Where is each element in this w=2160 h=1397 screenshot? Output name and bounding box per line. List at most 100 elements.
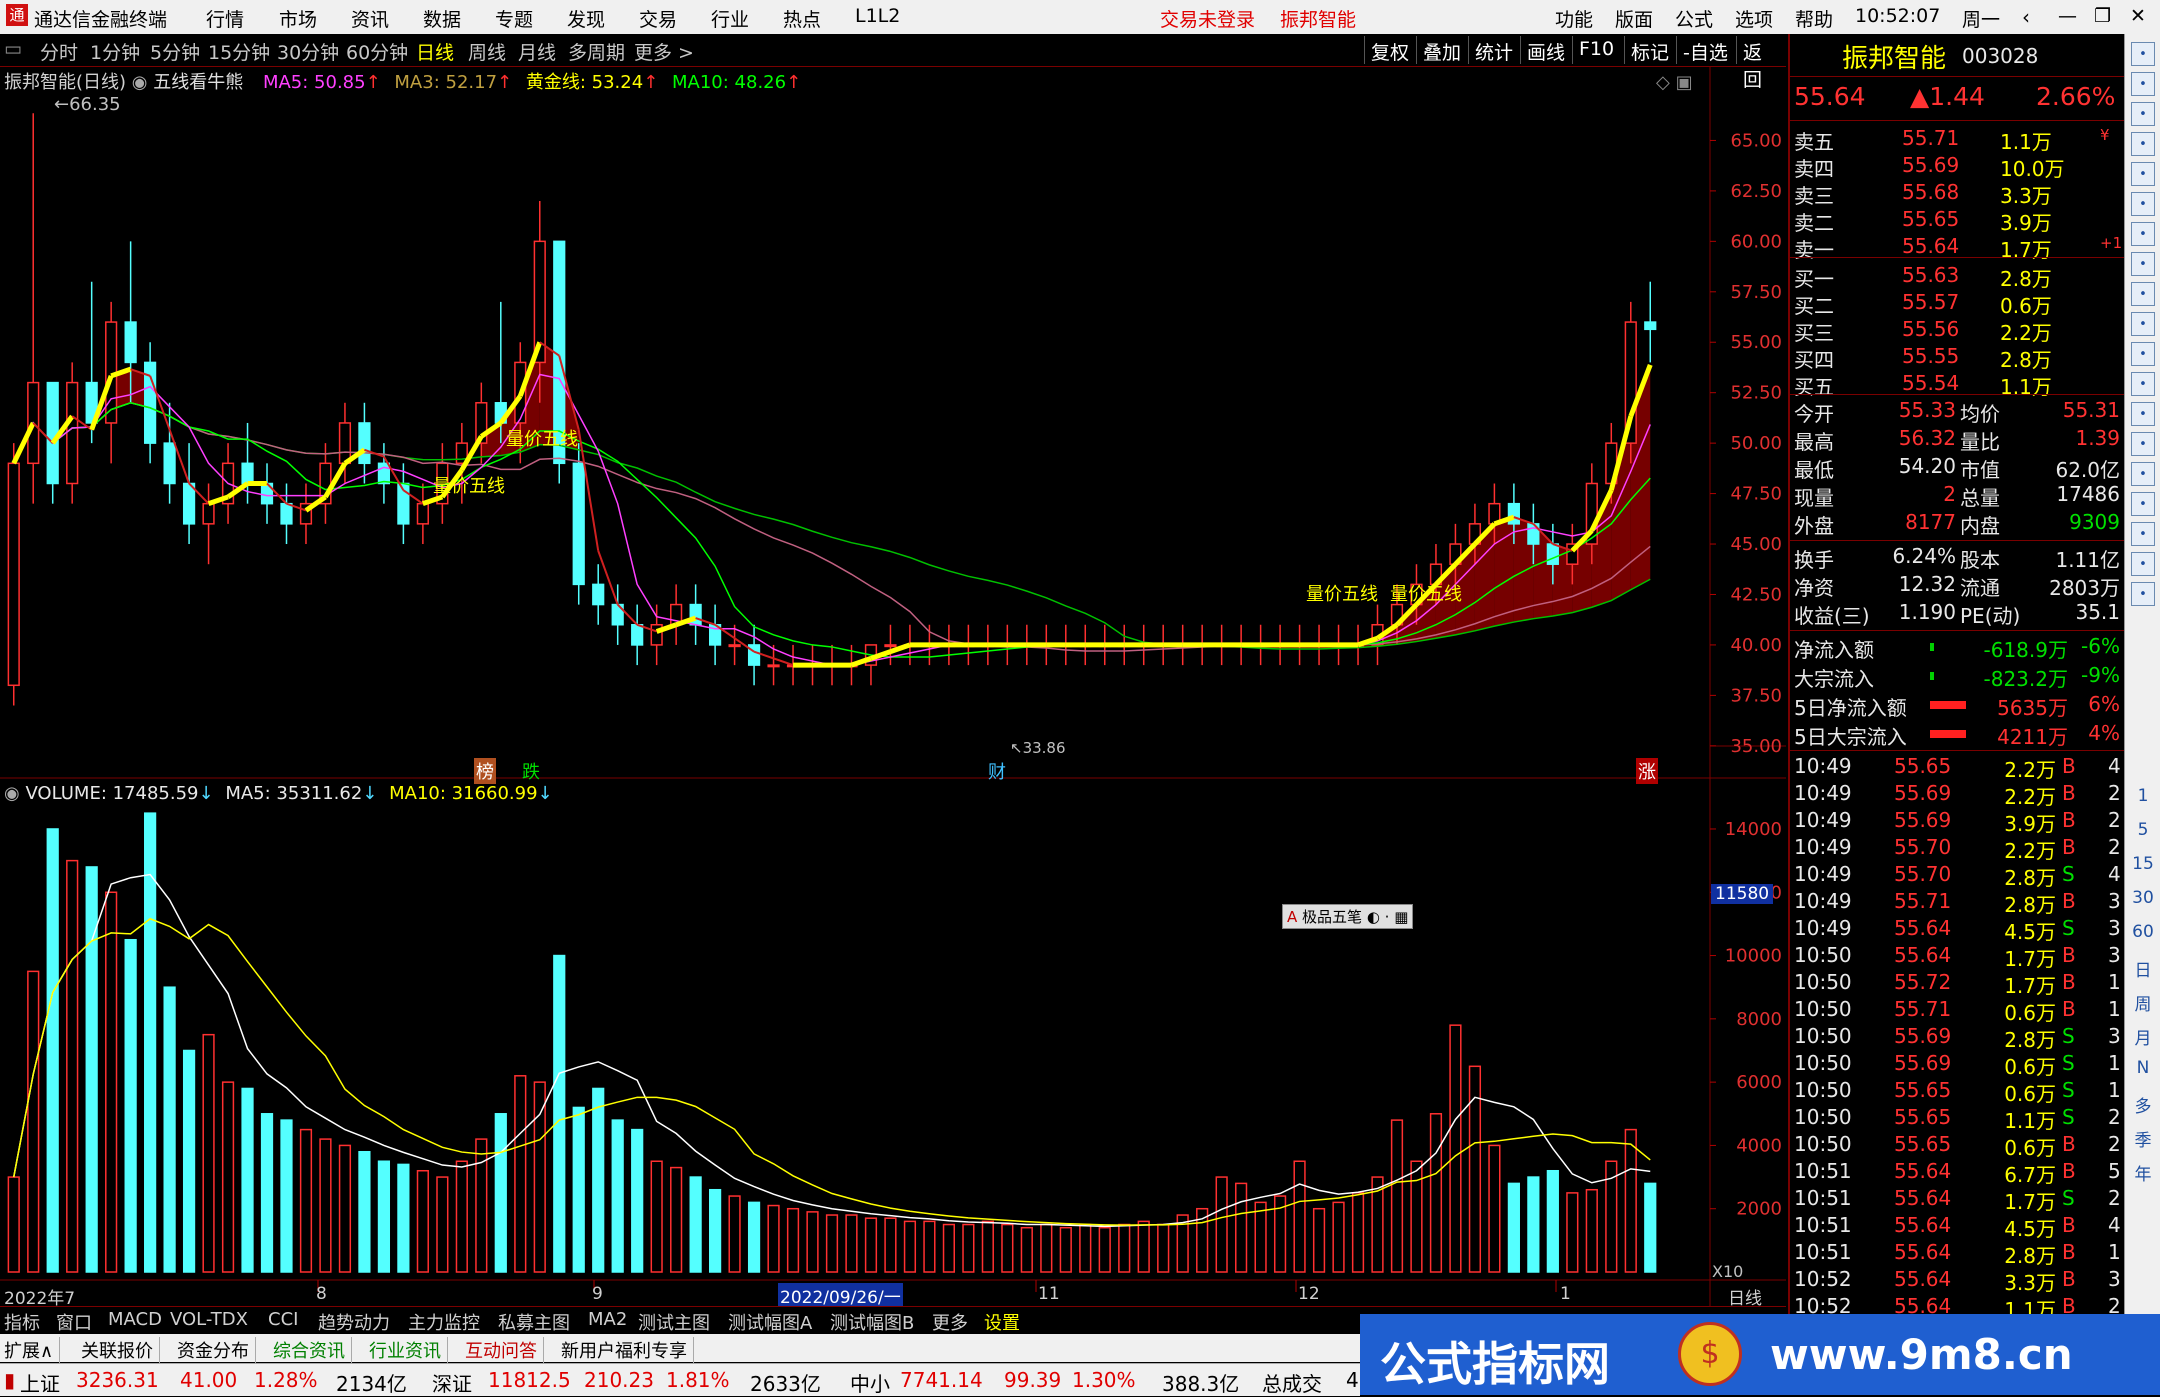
period-shortcut[interactable]: 5 [2125,820,2160,840]
period-5min[interactable]: 5分钟 [150,38,200,65]
indicator-tab[interactable]: CCI [268,1309,298,1330]
menu-banmian[interactable]: 版面 [1615,5,1653,32]
indicator-tab[interactable]: 测试幅图A [728,1309,812,1335]
volume-toggle-icon[interactable]: ◉ [4,783,25,804]
indicator-tab[interactable]: 窗口 [56,1309,92,1335]
menu-faxian[interactable]: 发现 [567,5,605,32]
indicator-tab[interactable]: 测试幅图B [830,1309,914,1335]
ask-row[interactable]: 卖五 55.71 1.1万 ¥ [1790,126,2124,154]
menu-hangye[interactable]: 行业 [711,5,749,32]
indicator-tab[interactable]: MACD [108,1309,162,1330]
period-multi[interactable]: 多周期 [568,38,625,65]
btn-huaxian[interactable]: 画线 [1520,36,1571,64]
indicator-tab[interactable]: 更多 [932,1309,968,1335]
grid-icon[interactable]: • [2131,132,2155,156]
period-shortcut[interactable]: 1 [2125,786,2160,806]
indicator-tab[interactable]: VOL-TDX [170,1309,248,1330]
circle-icon[interactable]: • [2131,432,2155,456]
period-shortcut[interactable]: 季 [2125,1126,2160,1151]
bid-row[interactable]: 买一 55.63 2.8万 [1790,263,2124,291]
event-tag-zhang[interactable]: 涨 [1636,758,1658,784]
ask-row[interactable]: 卖三 55.68 3.3万 [1790,180,2124,208]
btn-zixuan[interactable]: -自选 [1676,36,1734,64]
panel-icon[interactable]: • [2131,252,2155,276]
menu-l1l2[interactable]: L1L2 [855,5,900,27]
flow-row[interactable]: 5日大宗流入 4211万 4% [1790,721,2124,749]
ime-toolbar[interactable]: A 极品五笔 ◐ · ▦ [1282,904,1414,929]
bid-row[interactable]: 买二 55.57 0.6万 [1790,290,2124,318]
formula-name[interactable]: 五线看牛熊 [153,72,243,93]
rsi-icon[interactable]: • [2131,462,2155,486]
layers-icon[interactable]: • [2131,342,2155,366]
extension-tab[interactable]: 资金分布 [177,1337,256,1363]
back-arrow-icon[interactable]: ‹ [2022,5,2030,29]
period-shortcut[interactable]: N [2125,1058,2160,1078]
f10-icon[interactable]: • [2131,282,2155,306]
period-15min[interactable]: 15分钟 [208,38,270,65]
event-tag-bang[interactable]: 榜 [474,758,496,784]
move-icon[interactable]: • [2131,492,2155,516]
trade-login-status[interactable]: 交易未登录 [1160,5,1255,32]
flow-row[interactable]: 5日净流入额 5635万 6% [1790,692,2124,720]
btn-diejia[interactable]: 叠加 [1416,36,1467,64]
period-shortcut[interactable]: 多 [2125,1092,2160,1117]
zx-label[interactable]: 中小 [850,1368,890,1397]
menu-bangzhu[interactable]: 帮助 [1795,5,1833,32]
close-icon[interactable]: ✕ [2130,5,2146,27]
period-shortcut[interactable]: 月 [2125,1024,2160,1049]
period-monthly[interactable]: 月线 [518,38,556,65]
period-more[interactable]: 更多 > [634,38,694,65]
period-fenshi[interactable]: 分时 [40,38,78,65]
btn-tongji[interactable]: 统计 [1468,36,1519,64]
down-arrow-icon[interactable]: • [2131,102,2155,126]
menu-zixun[interactable]: 资讯 [351,5,389,32]
period-60min[interactable]: 60分钟 [346,38,408,65]
indicator-tab[interactable]: 测试主图 [638,1309,710,1335]
extension-tab[interactable]: 行业资讯 [369,1337,448,1363]
menu-gongneng[interactable]: 功能 [1555,5,1593,32]
indicator-tab[interactable]: 私募主图 [498,1309,570,1335]
candle-icon[interactable]: • [2131,222,2155,246]
menu-shuju[interactable]: 数据 [423,5,461,32]
menu-xuanxiang[interactable]: 选项 [1735,5,1773,32]
period-shortcut[interactable]: 日 [2125,956,2160,981]
btn-f10[interactable]: F10 [1572,36,1620,64]
menu-hangqing[interactable]: 行情 [206,5,244,32]
period-30min[interactable]: 30分钟 [277,38,339,65]
info-icon[interactable]: • [2131,402,2155,426]
btn-fanhui[interactable]: 返回 [1736,36,1786,91]
btn-fuquan[interactable]: 复权 [1364,36,1415,64]
indicator-tab[interactable]: 趋势动力 [318,1309,390,1335]
indicator-tab[interactable]: 主力监控 [408,1309,480,1335]
extension-tab[interactable]: 扩展∧ [4,1337,61,1363]
sh-label[interactable]: 上证 [20,1368,60,1397]
up-arrow-icon[interactable]: • [2131,42,2155,66]
bid-row[interactable]: 买三 55.56 2.2万 [1790,317,2124,345]
kline-chart[interactable]: 65.00 62.50 60.00 57.50 55.00 52.50 50.00 47.50… [0,66,1786,1306]
ask-row[interactable]: 卖二 55.65 3.9万 [1790,207,2124,235]
up-arrow-icon[interactable]: • [2131,72,2155,96]
extension-tab[interactable]: 互动问答 [465,1337,544,1363]
event-tag-cai[interactable]: 财 [988,758,1006,784]
menu-zhuanti[interactable]: 专题 [495,5,533,32]
period-daily[interactable]: 日线 [416,38,454,65]
event-tag-die[interactable]: 跌 [522,758,540,784]
period-weekly[interactable]: 周线 [468,38,506,65]
btn-biaoji[interactable]: 标记 [1624,36,1675,64]
period-shortcut[interactable]: 60 [2125,922,2160,942]
collapse-icon[interactable]: ▭ [4,38,22,60]
sz-label[interactable]: 深证 [432,1368,472,1397]
list-icon[interactable]: • [2131,162,2155,186]
bid-row[interactable]: 买四 55.55 2.8万 [1790,344,2124,372]
flow-row[interactable]: 大宗流入 -823.2万 -9% [1790,663,2124,691]
period-1min[interactable]: 1分钟 [90,38,140,65]
period-shortcut[interactable]: 周 [2125,990,2160,1015]
menu-jiaoyi[interactable]: 交易 [639,5,677,32]
fs-icon[interactable]: • [2131,552,2155,576]
flow-row[interactable]: 净流入额 -618.9万 -6% [1790,634,2124,662]
ask-row[interactable]: 卖四 55.69 10.0万 [1790,153,2124,181]
extension-tab[interactable]: 综合资讯 [273,1337,352,1363]
indicator-tab[interactable]: 设置 [984,1309,1020,1335]
period-shortcut[interactable]: 15 [2125,854,2160,874]
menu-redian[interactable]: 热点 [783,5,821,32]
